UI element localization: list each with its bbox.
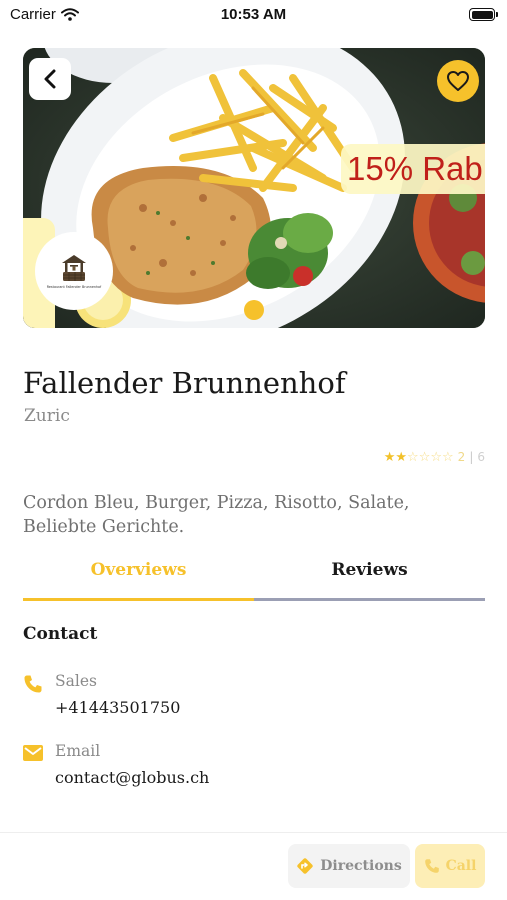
promo-text: 15% Rab	[347, 150, 483, 187]
battery-icon	[469, 8, 498, 21]
call-button[interactable]: Call	[415, 844, 485, 888]
star-icon-empty: ☆	[418, 449, 431, 465]
email-address[interactable]: contact@globus.ch	[55, 768, 209, 787]
directions-label: Directions	[320, 858, 402, 874]
rating-stars: ★ ★ ☆ ☆ ☆ ☆	[384, 451, 454, 464]
tab-overviews[interactable]: Overviews	[23, 560, 254, 598]
tab-indicator-inactive	[254, 598, 485, 601]
bottom-divider	[0, 832, 507, 833]
heart-icon	[447, 71, 469, 91]
envelope-icon	[23, 745, 43, 761]
star-icon-empty: ☆	[407, 449, 419, 465]
well-icon	[62, 255, 86, 281]
sales-phone-number[interactable]: +41443501750	[55, 698, 180, 717]
status-time: 10:53 AM	[220, 6, 287, 23]
rating: ★ ★ ☆ ☆ ☆ ☆ 2 | 6	[384, 450, 485, 464]
email-label: Email	[55, 742, 101, 760]
phone-icon	[424, 859, 439, 873]
logo-caption: Restaurant Fallender Brunnenhof	[46, 285, 102, 289]
contact-title: Contact	[23, 624, 98, 644]
star-icon-empty: ☆	[442, 449, 454, 465]
restaurant-name: Fallender Brunnenhof	[23, 366, 346, 400]
star-icon-filled: ★	[395, 449, 408, 465]
call-label: Call	[445, 858, 477, 874]
sales-label: Sales	[55, 672, 97, 690]
carousel-dot-active[interactable]	[244, 300, 264, 320]
star-icon-filled: ★	[383, 449, 396, 465]
status-bar: Carrier 10:53 AM	[0, 0, 507, 30]
restaurant-city: Zuric	[24, 406, 70, 426]
back-button[interactable]	[29, 58, 71, 100]
favorite-button[interactable]	[437, 60, 479, 102]
tab-bar: Overviews Reviews	[23, 560, 485, 602]
tab-indicator-active	[23, 598, 254, 601]
phone-icon	[24, 675, 42, 693]
directions-button[interactable]: Directions	[288, 844, 410, 888]
chevron-left-icon	[44, 69, 56, 89]
cuisine-list: Cordon Bleu, Burger, Pizza, Risotto, Sal…	[23, 493, 410, 537]
star-icon-empty: ☆	[430, 449, 443, 465]
hero-image[interactable]: 15% Rab Restaurant Fallender Brunnenhof	[23, 48, 485, 328]
promo-banner: 15% Rab	[341, 144, 485, 194]
rating-max: 6	[477, 450, 485, 464]
rating-separator: |	[469, 450, 474, 464]
rating-value: 2	[457, 450, 466, 464]
tab-reviews[interactable]: Reviews	[254, 560, 485, 598]
restaurant-logo: Restaurant Fallender Brunnenhof	[35, 232, 113, 310]
directions-icon	[297, 858, 313, 874]
